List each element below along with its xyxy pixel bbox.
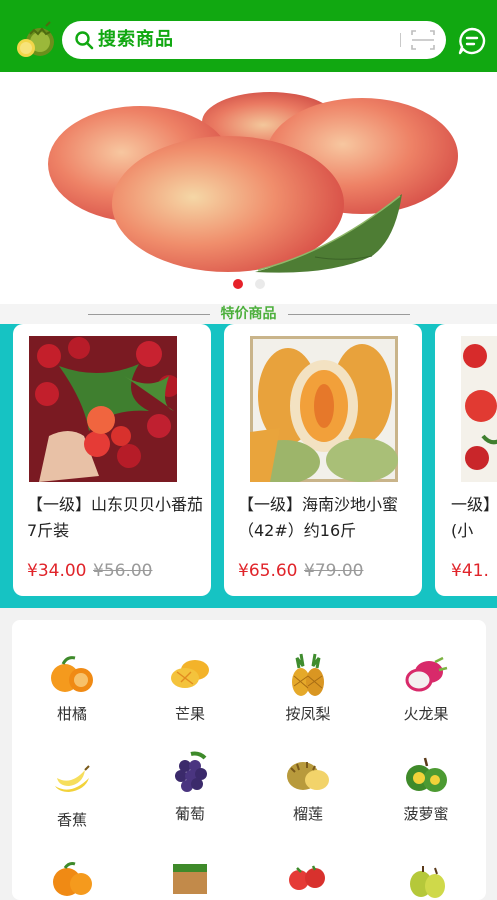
orange-icon: [51, 656, 93, 692]
divider-right: [288, 314, 410, 315]
category-item[interactable]: 香蕉: [22, 756, 122, 830]
product-original-price: ¥56.00: [93, 561, 153, 581]
category-item[interactable]: 火龙果: [376, 650, 476, 724]
carousel-dots: [0, 276, 497, 292]
durian-icon: [287, 762, 329, 790]
peach-banner: [48, 92, 458, 273]
category-label: 葡萄: [174, 805, 205, 823]
special-title: 特价商品: [220, 306, 277, 322]
product-image-melon: [250, 336, 398, 482]
mango-icon: [171, 660, 209, 688]
category-item[interactable]: 柑橘: [22, 650, 122, 724]
cherry-tomato-icon: [289, 865, 325, 890]
fruit-box-icon: [173, 864, 207, 894]
jackfruit-icon: [406, 757, 447, 792]
category-item[interactable]: [258, 856, 358, 900]
category-item[interactable]: 芒果: [140, 650, 240, 724]
category-label: 榴莲: [292, 805, 323, 823]
search-divider: [400, 33, 401, 47]
category-label: 柑橘: [56, 705, 87, 723]
category-label: 香蕉: [56, 811, 87, 829]
category-item[interactable]: [140, 856, 240, 900]
category-label: 菠萝蜜: [403, 805, 449, 823]
product-card[interactable]: 【一级】山东贝贝小番茄7斤装 ¥34.00 ¥56.00: [13, 324, 211, 596]
banana-icon: [55, 765, 90, 792]
banner-carousel[interactable]: [0, 72, 497, 304]
scan-icon[interactable]: [411, 29, 435, 51]
special-header: 特价商品: [0, 304, 497, 324]
search-input[interactable]: 搜索商品: [98, 28, 174, 52]
search-icon: [75, 31, 94, 50]
product-card[interactable]: 【一级】海南沙地小蜜（42#）约16斤 ¥65.60 ¥79.00: [224, 324, 422, 596]
carousel-dot[interactable]: [255, 279, 265, 289]
pear-icon: [410, 866, 445, 898]
product-price: ¥65.60: [238, 561, 298, 581]
category-label: 按凤梨: [285, 705, 331, 723]
product-price: ¥41.: [451, 561, 489, 581]
category-item[interactable]: 葡萄: [140, 750, 240, 824]
category-item[interactable]: [376, 856, 476, 900]
category-item[interactable]: 菠萝蜜: [376, 750, 476, 824]
citrus-icon: [53, 862, 92, 896]
category-item[interactable]: [22, 856, 122, 900]
category-item[interactable]: 榴莲: [258, 750, 358, 824]
product-name[interactable]: 【一级】山东贝贝小番茄7斤装: [27, 492, 205, 544]
durian-logo-icon[interactable]: [16, 20, 56, 60]
grape-icon: [175, 751, 207, 792]
category-item[interactable]: 按凤梨: [258, 650, 358, 724]
category-label: 芒果: [174, 705, 205, 723]
special-products[interactable]: 【一级】山东贝贝小番茄7斤装 ¥34.00 ¥56.00 【一级】海南沙地小蜜（…: [0, 324, 497, 608]
product-name[interactable]: 一级】(小: [451, 492, 497, 544]
product-original-price: ¥79.00: [304, 561, 364, 581]
message-icon[interactable]: [458, 27, 486, 55]
pineapple-icon: [292, 653, 324, 696]
carousel-dot-active[interactable]: [233, 279, 243, 289]
product-price: ¥34.00: [27, 561, 87, 581]
product-name[interactable]: 【一级】海南沙地小蜜（42#）约16斤: [238, 492, 416, 544]
dragonfruit-icon: [405, 656, 448, 692]
search-bar[interactable]: 搜索商品: [62, 21, 446, 59]
category-grid: 柑橘 芒果 按凤梨 火龙果 香蕉 葡萄 榴莲 菠萝蜜: [12, 620, 486, 900]
product-card[interactable]: 一级】(小 ¥41.: [435, 324, 497, 596]
top-bar: 搜索商品: [0, 0, 497, 72]
product-image-tomato-small: [461, 336, 497, 482]
category-label: 火龙果: [403, 705, 449, 723]
product-image-tomato: [29, 336, 177, 482]
